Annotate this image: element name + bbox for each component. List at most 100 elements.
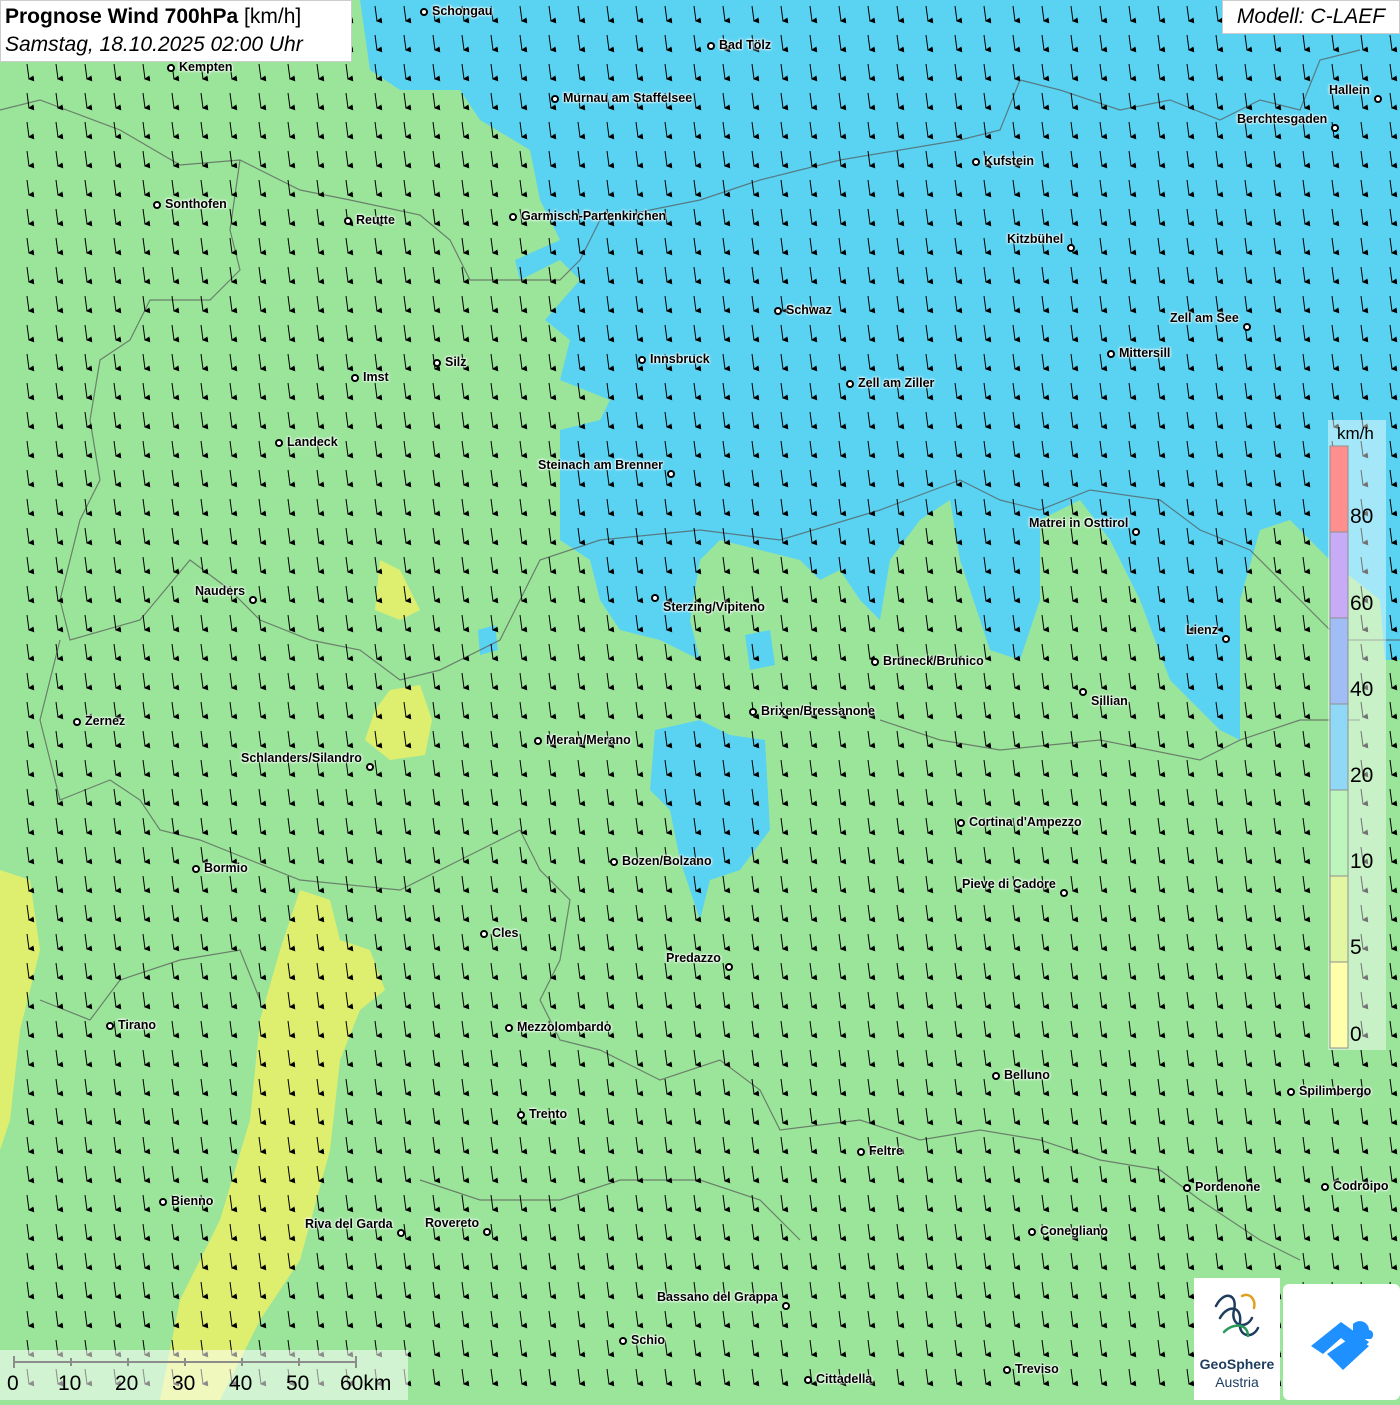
city-label: Zell am Ziller	[858, 376, 935, 390]
city-marker[interactable]	[774, 307, 782, 315]
city-marker[interactable]	[351, 374, 359, 382]
city-marker[interactable]	[517, 1111, 525, 1119]
city-label: Mezzolombardo	[517, 1020, 612, 1034]
city-label: Schwaz	[786, 303, 832, 317]
city-label: Tirano	[118, 1018, 156, 1032]
city-label: Schlanders/Silandro	[241, 751, 362, 765]
city-marker[interactable]	[1243, 323, 1251, 331]
city-label: Kitzbühel	[1007, 232, 1064, 246]
city-marker[interactable]	[1060, 889, 1068, 897]
city-marker[interactable]	[1028, 1228, 1036, 1236]
city-marker[interactable]	[749, 708, 757, 716]
city-marker[interactable]	[992, 1072, 1000, 1080]
city-marker[interactable]	[1183, 1184, 1191, 1192]
city-marker[interactable]	[610, 858, 618, 866]
city-marker[interactable]	[1003, 1366, 1011, 1374]
scale-label: 0	[7, 1372, 19, 1395]
city-marker[interactable]	[167, 64, 175, 72]
city-marker[interactable]	[551, 95, 559, 103]
scale-label: 20	[115, 1372, 139, 1395]
city-label: Sonthofen	[165, 197, 227, 211]
city-marker[interactable]	[1321, 1183, 1329, 1191]
title-box: Prognose Wind 700hPa [km/h] Samstag, 18.…	[0, 0, 352, 62]
city-label: Belluno	[1004, 1068, 1050, 1082]
city-marker[interactable]	[159, 1198, 167, 1206]
geosphere-logo[interactable]: GeoSphere Austria	[1194, 1278, 1280, 1400]
city-marker[interactable]	[509, 213, 517, 221]
city-marker[interactable]	[1374, 95, 1382, 103]
legend-label: 80	[1350, 505, 1374, 528]
scale-label: 10	[58, 1372, 82, 1395]
legend-label: 0	[1350, 1023, 1362, 1046]
city-marker[interactable]	[106, 1022, 114, 1030]
geosphere-logo-icon	[1214, 1293, 1260, 1338]
city-marker[interactable]	[804, 1376, 812, 1384]
city-marker[interactable]	[483, 1228, 491, 1236]
city-marker[interactable]	[1132, 528, 1140, 536]
city-marker[interactable]	[505, 1024, 513, 1032]
city-label: Silz	[445, 355, 467, 369]
city-marker[interactable]	[249, 596, 257, 604]
geosphere-name: GeoSphere	[1199, 1356, 1275, 1372]
city-marker[interactable]	[725, 963, 733, 971]
city-label: Berchtesgaden	[1237, 112, 1328, 126]
city-label: Nauders	[195, 584, 246, 598]
city-marker[interactable]	[957, 819, 965, 827]
city-label: Predazzo	[666, 951, 721, 965]
city-marker[interactable]	[1107, 350, 1115, 358]
city-label: Sillian	[1091, 694, 1128, 708]
city-marker[interactable]	[1287, 1088, 1295, 1096]
geosphere-country: Austria	[1215, 1374, 1259, 1390]
city-marker[interactable]	[619, 1337, 627, 1345]
city-label: Riva del Garda	[305, 1217, 393, 1231]
city-marker[interactable]	[192, 865, 200, 873]
scale-label: 60km	[340, 1372, 392, 1395]
city-marker[interactable]	[480, 930, 488, 938]
city-label: Mittersill	[1119, 346, 1171, 360]
city-marker[interactable]	[972, 158, 980, 166]
city-label: Bienno	[171, 1194, 214, 1208]
city-label: Imst	[363, 370, 389, 384]
city-label: Spilimbergo	[1299, 1084, 1372, 1098]
city-marker[interactable]	[857, 1148, 865, 1156]
city-marker[interactable]	[433, 359, 441, 367]
city-marker[interactable]	[275, 439, 283, 447]
app-logo[interactable]	[1283, 1284, 1400, 1400]
city-marker[interactable]	[707, 42, 715, 50]
city-marker[interactable]	[344, 217, 352, 225]
city-marker[interactable]	[420, 8, 428, 16]
legend-unit: km/h	[1337, 424, 1374, 443]
scale-label: 30	[172, 1372, 196, 1395]
city-marker[interactable]	[153, 201, 161, 209]
city-label: Landeck	[287, 435, 338, 449]
city-marker[interactable]	[534, 737, 542, 745]
legend-label: 5	[1350, 936, 1362, 959]
city-marker[interactable]	[651, 594, 659, 602]
city-label: Meran/Merano	[546, 733, 631, 747]
city-marker[interactable]	[782, 1302, 790, 1310]
city-label: Bassano del Grappa	[657, 1290, 778, 1304]
city-marker[interactable]	[667, 470, 675, 478]
legend-label: 20	[1350, 764, 1374, 787]
city-marker[interactable]	[1067, 244, 1075, 252]
city-marker[interactable]	[73, 718, 81, 726]
city-marker[interactable]	[1222, 635, 1230, 643]
city-marker[interactable]	[397, 1229, 405, 1237]
city-label: Bozen/Bolzano	[622, 854, 712, 868]
city-label: Conegliano	[1040, 1224, 1109, 1238]
city-label: Rovereto	[425, 1216, 480, 1230]
city-marker[interactable]	[1079, 688, 1087, 696]
city-label: Bad Tölz	[719, 38, 772, 52]
city-marker[interactable]	[846, 380, 854, 388]
city-label: Reutte	[356, 213, 395, 227]
city-label: Matrei in Osttirol	[1029, 516, 1129, 530]
city-label: Sterzing/Vipiteno	[663, 600, 765, 614]
city-marker[interactable]	[1331, 124, 1339, 132]
city-marker[interactable]	[871, 658, 879, 666]
city-marker[interactable]	[366, 763, 374, 771]
city-label: Steinach am Brenner	[538, 458, 664, 472]
city-label: Cortina d'Ampezzo	[969, 815, 1082, 829]
city-marker[interactable]	[638, 356, 646, 364]
legend-label: 40	[1350, 678, 1374, 701]
model-label: Modell: C-LAEF	[1222, 0, 1400, 34]
